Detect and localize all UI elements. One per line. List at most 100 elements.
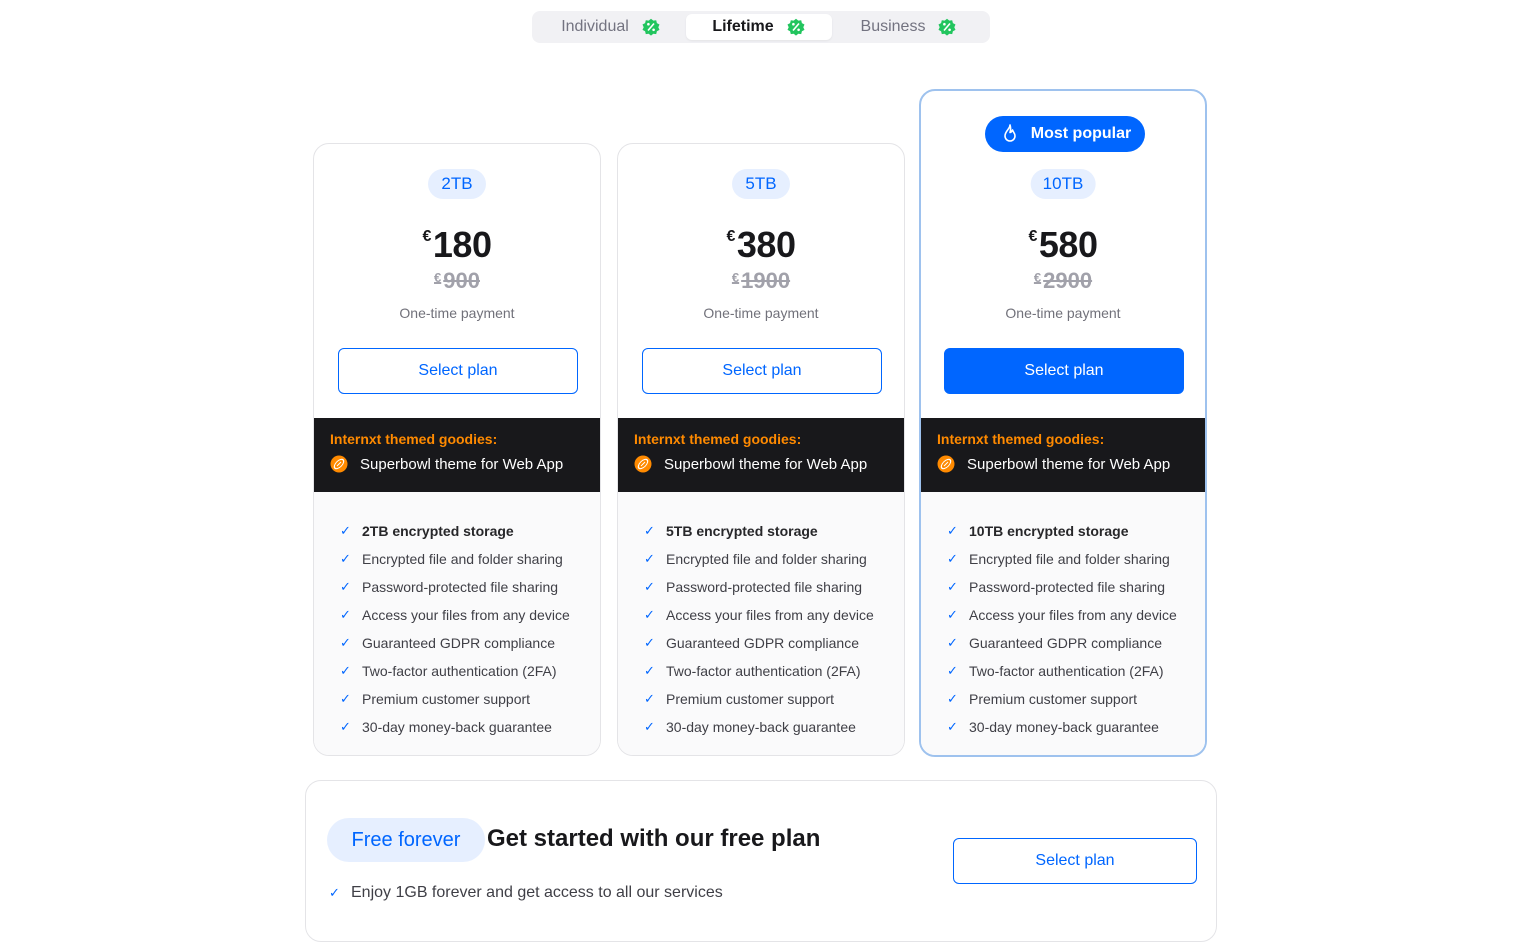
- original-price: €900: [314, 268, 600, 294]
- free-plan-title: Get started with our free plan: [487, 825, 821, 852]
- check-icon: ✓: [340, 579, 351, 594]
- check-icon: ✓: [644, 691, 655, 706]
- plan-price: €580: [921, 224, 1205, 266]
- currency-symbol: €: [1033, 270, 1042, 285]
- currency-symbol: €: [731, 270, 740, 285]
- currency-symbol: €: [1028, 228, 1038, 245]
- goodies-item: Superbowl theme for Web App: [967, 455, 1171, 473]
- price-value: 380: [736, 224, 796, 265]
- tab-business[interactable]: Business: [832, 14, 986, 40]
- check-icon: ✓: [340, 523, 351, 538]
- goodies-item: Superbowl theme for Web App: [664, 455, 868, 473]
- feature-list: ✓ 2TB encrypted storage ✓ Encrypted file a…: [314, 492, 600, 755]
- list-item: ✓ Premium customer support: [644, 691, 835, 707]
- payment-type: One-time payment: [1005, 305, 1121, 321]
- percent-badge-icon: [938, 18, 956, 36]
- check-icon: ✓: [340, 719, 351, 734]
- original-price: €1900: [618, 268, 904, 294]
- percent-badge-icon: [642, 18, 660, 36]
- check-icon: ✓: [644, 607, 655, 622]
- list-item: ✓ Encrypted file and folder sharing: [340, 551, 563, 567]
- list-item: ✓ Access your files from any device: [644, 607, 874, 623]
- check-icon: ✓: [340, 551, 351, 566]
- tab-label: Business: [860, 18, 926, 35]
- select-free-plan-button[interactable]: Select plan: [953, 838, 1197, 884]
- check-icon: ✓: [947, 607, 958, 622]
- check-icon: ✓: [644, 523, 655, 538]
- payment-type: One-time payment: [703, 305, 819, 321]
- list-item: ✓ Access your files from any device: [947, 607, 1177, 623]
- check-icon: ✓: [644, 579, 655, 594]
- goodies-item: Superbowl theme for Web App: [360, 455, 564, 473]
- list-item: ✓ Guaranteed GDPR compliance: [644, 635, 859, 651]
- check-icon: ✓: [644, 551, 655, 566]
- original-price-value: 900: [443, 268, 480, 293]
- currency-symbol: €: [726, 228, 736, 245]
- list-item: ✓ Password-protected file sharing: [340, 579, 559, 595]
- check-icon: ✓: [947, 663, 958, 678]
- plan-card-10tb: Most popular 10TB €580 €2900 One-time pa…: [919, 89, 1207, 757]
- most-popular-badge: Most popular: [985, 116, 1145, 152]
- check-icon: ✓: [947, 635, 958, 650]
- goodies-title: Internxt themed goodies:: [937, 431, 1105, 447]
- plan-price: €180: [314, 224, 600, 266]
- list-item: ✓ Enjoy 1GB forever and get access to all…: [329, 884, 723, 902]
- football-icon: [634, 455, 652, 473]
- list-item: ✓ Encrypted file and folder sharing: [947, 551, 1170, 567]
- plan-type-tabs: Individual Lifetime Business: [532, 11, 990, 43]
- check-icon: ✓: [947, 579, 958, 594]
- list-item: ✓ Guaranteed GDPR compliance: [340, 635, 555, 651]
- list-item: ✓ 30-day money-back guarantee: [340, 719, 552, 735]
- list-item: ✓ 30-day money-back guarantee: [644, 719, 856, 735]
- select-plan-button[interactable]: Select plan: [642, 348, 882, 394]
- tab-individual[interactable]: Individual: [536, 14, 686, 40]
- goodies-title: Internxt themed goodies:: [330, 431, 498, 447]
- free-forever-chip: Free forever: [327, 818, 485, 862]
- select-plan-button[interactable]: Select plan: [338, 348, 578, 394]
- list-item: ✓ Two-factor authentication (2FA): [947, 663, 1164, 679]
- list-item: ✓ Password-protected file sharing: [644, 579, 863, 595]
- storage-size-chip: 10TB: [1030, 169, 1096, 199]
- football-icon: [937, 455, 955, 473]
- check-icon: ✓: [340, 607, 351, 622]
- plan-card-5tb: 5TB €380 €1900 One-time payment Select p…: [617, 143, 905, 756]
- check-icon: ✓: [947, 691, 958, 706]
- list-item: ✓ Guaranteed GDPR compliance: [947, 635, 1162, 651]
- check-icon: ✓: [947, 719, 958, 734]
- check-icon: ✓: [329, 885, 340, 900]
- free-plan-feature: Enjoy 1GB forever and get access to all …: [351, 884, 723, 901]
- storage-size-chip: 5TB: [732, 169, 790, 199]
- check-icon: ✓: [340, 635, 351, 650]
- currency-symbol: €: [422, 228, 432, 245]
- storage-size-chip: 2TB: [428, 169, 486, 199]
- tab-label: Lifetime: [712, 18, 774, 35]
- original-price-value: 1900: [741, 268, 791, 293]
- tab-lifetime[interactable]: Lifetime: [686, 14, 832, 40]
- goodies-title: Internxt themed goodies:: [634, 431, 802, 447]
- payment-type: One-time payment: [399, 305, 515, 321]
- list-item: ✓ Access your files from any device: [340, 607, 570, 623]
- list-item: ✓ 30-day money-back guarantee: [947, 719, 1159, 735]
- currency-symbol: €: [434, 270, 442, 285]
- select-plan-button[interactable]: Select plan: [944, 348, 1184, 394]
- original-price: €2900: [921, 268, 1205, 294]
- football-icon: [330, 455, 348, 473]
- plan-card-2tb: 2TB €180 €900 One-time payment Select pl…: [313, 143, 601, 756]
- list-item: ✓ Premium customer support: [947, 691, 1138, 707]
- check-icon: ✓: [644, 635, 655, 650]
- fire-icon: [1003, 124, 1016, 142]
- feature-list: ✓ 5TB encrypted storage ✓ Encrypted file a…: [618, 492, 904, 755]
- goodies-section: Internxt themed goodies: Superbowl theme…: [314, 418, 600, 492]
- list-item: ✓ 5TB encrypted storage: [644, 523, 818, 539]
- check-icon: ✓: [644, 663, 655, 678]
- plan-price: €380: [618, 224, 904, 266]
- goodies-section: Internxt themed goodies: Superbowl theme…: [618, 418, 904, 492]
- original-price-value: 2900: [1043, 268, 1093, 293]
- list-item: ✓ Password-protected file sharing: [947, 579, 1166, 595]
- feature-list: ✓ 10TB encrypted storage ✓ Encrypted file …: [921, 492, 1205, 755]
- list-item: ✓ Encrypted file and folder sharing: [644, 551, 867, 567]
- check-icon: ✓: [340, 663, 351, 678]
- list-item: ✓ Two-factor authentication (2FA): [644, 663, 861, 679]
- check-icon: ✓: [947, 551, 958, 566]
- list-item: ✓ 10TB encrypted storage: [947, 523, 1129, 539]
